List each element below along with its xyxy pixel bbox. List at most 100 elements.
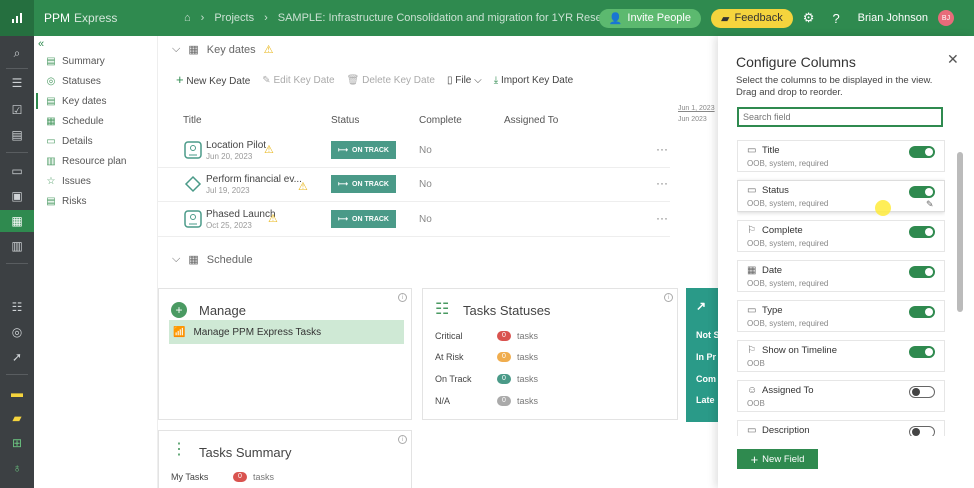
field-card-description[interactable]: ▭ Description (737, 420, 945, 436)
apps-icon[interactable]: ⊞ (0, 432, 34, 454)
home-icon[interactable]: ⌂ (184, 12, 191, 24)
nav-item-resource-plan[interactable]: ▥ Resource plan (46, 156, 126, 167)
toggle-switch[interactable] (909, 306, 935, 318)
search-icon[interactable]: ⌕ (0, 42, 34, 64)
briefcase-icon[interactable]: ▭ (0, 160, 34, 182)
nav-item-schedule[interactable]: ▦ Schedule (46, 116, 103, 127)
tree-icon: ⋮ (171, 441, 187, 458)
more-icon[interactable]: ··· (656, 211, 668, 225)
gear-icon[interactable]: ⚙ (803, 10, 815, 26)
toggle-switch[interactable] (909, 226, 935, 238)
chevron-down-icon: ⌵ (172, 43, 181, 55)
toggle-switch[interactable] (909, 146, 935, 158)
info-icon[interactable]: i (398, 435, 407, 444)
new-key-date-button[interactable]: + New Key Date (176, 73, 250, 87)
download-icon: ⤓ (493, 75, 499, 86)
row-title[interactable]: Phased Launch (206, 209, 276, 220)
toggle-switch[interactable] (909, 386, 935, 398)
roadmap-icon[interactable]: ☷ (0, 296, 34, 318)
collapse-icon[interactable]: « (38, 38, 44, 50)
toggle-switch[interactable] (909, 186, 935, 198)
objectives-icon[interactable]: ◎ (0, 321, 34, 343)
panel-description: Select the columns to be displayed in th… (736, 75, 933, 98)
avatar[interactable]: BJ (938, 10, 954, 26)
column-title[interactable]: Title (183, 115, 202, 126)
checkbox-icon[interactable]: ☑ (0, 99, 34, 121)
chevron-down-icon: ⌵ (172, 253, 181, 265)
menu-icon[interactable]: ☰ (0, 72, 34, 94)
field-card-show-on-timeline[interactable]: ⚐ Show on Timeline OOB (737, 340, 945, 372)
nav-item-key-dates[interactable]: ▤ Key dates (35, 93, 106, 109)
chart-icon: 📶 (173, 326, 186, 338)
column-assigned-to[interactable]: Assigned To (504, 115, 558, 126)
manage-tasks-link[interactable]: 📶 Manage PPM Express Tasks (169, 320, 404, 344)
edit-key-date-button[interactable]: ✎ Edit Key Date (262, 75, 334, 87)
help-icon[interactable]: ? (832, 11, 839, 26)
timeline-header: Jun 1, 2023 Jun 2023 (678, 105, 715, 123)
nav-item-risks[interactable]: ▤ Risks (46, 196, 86, 207)
column-complete[interactable]: Complete (419, 115, 462, 126)
nav-item-summary[interactable]: ▤ Summary (46, 56, 105, 67)
breadcrumb-projects[interactable]: Projects (214, 12, 254, 24)
scrollbar[interactable] (957, 146, 963, 436)
key-dates-section-header[interactable]: ⌵ ▦ Key dates ⚠ (172, 43, 274, 56)
warning-icon: ⚠ (264, 144, 274, 156)
projects-icon[interactable]: ▦ (0, 210, 34, 232)
rocket-icon[interactable]: ➚ (0, 346, 34, 368)
delete-key-date-button[interactable]: 🗑 Delete Key Date (347, 75, 435, 87)
field-card-title[interactable]: ▭ Title OOB, system, required (737, 140, 945, 172)
key-dates-toolbar: + New Key Date ✎ Edit Key Date 🗑 Delete … (176, 73, 573, 87)
report-icon[interactable]: ▤ (0, 124, 34, 146)
plus-circle-icon[interactable]: + (171, 302, 187, 318)
portfolio-icon[interactable]: ▣ (0, 185, 34, 207)
feedback-icon: ▰ (721, 12, 730, 25)
field-card-assigned-to[interactable]: ☺ Assigned To OOB (737, 380, 945, 412)
chevron-down-icon: ⌵ (474, 75, 482, 86)
row-complete: No (419, 214, 432, 225)
info-icon[interactable]: i (664, 293, 673, 302)
more-icon[interactable]: ··· (656, 142, 668, 156)
import-key-date-button[interactable]: ⤓ Import Key Date (494, 75, 573, 87)
more-icon[interactable]: ··· (656, 176, 668, 190)
text-icon: ▭ (747, 425, 757, 436)
row-title[interactable]: Location Pilot (206, 140, 266, 151)
invite-people-button[interactable]: 👤 Invite People (598, 8, 701, 28)
field-card-date[interactable]: ▦ Date OOB, system, required (737, 260, 945, 292)
toggle-switch[interactable] (909, 266, 935, 278)
row-title[interactable]: Perform financial ev... (206, 174, 302, 185)
search-field-input[interactable] (737, 107, 943, 127)
nav-item-details[interactable]: ▭ Details (46, 136, 92, 147)
info-icon[interactable]: i (398, 293, 407, 302)
table-row[interactable]: Location Pilot Jun 20, 2023 ⚠ ⟼ ON TRACK … (158, 134, 670, 168)
panel-title: Configure Columns (736, 54, 856, 70)
file-icon: ▯ (446, 75, 453, 86)
field-card-type[interactable]: ▭ Type OOB, system, required (737, 300, 945, 332)
app-logo-icon[interactable] (0, 0, 34, 36)
nav-item-statuses[interactable]: ◎ Statuses (46, 76, 101, 87)
table-row[interactable]: Phased Launch Oct 25, 2023 ⚠ ⟼ ON TRACK N… (158, 203, 670, 237)
feedback-button[interactable]: ▰ Feedback (711, 8, 793, 28)
field-card-status[interactable]: ▭ Status OOB, system, required ✎ (737, 180, 945, 212)
schedule-section-header[interactable]: ⌵ ▦ Schedule (172, 253, 253, 266)
toggle-switch[interactable] (909, 426, 935, 436)
user-name[interactable]: Brian Johnson (858, 12, 928, 24)
toggle-switch[interactable] (909, 346, 935, 358)
chat-icon[interactable]: ▰ (0, 407, 34, 429)
count-badge: 0 (233, 472, 247, 482)
main-content: ⌵ ▦ Key dates ⚠ + New Key Date ✎ Edit Ke… (158, 36, 718, 488)
field-card-complete[interactable]: ⚐ Complete OOB, system, required (737, 220, 945, 252)
notes-icon[interactable]: ▬ (0, 382, 34, 404)
column-status[interactable]: Status (331, 115, 359, 126)
close-icon[interactable]: ✕ (947, 51, 959, 68)
bulb-icon[interactable]: ♁ (0, 457, 34, 479)
star-icon: ☆ (46, 176, 56, 187)
file-button[interactable]: ▯ File ⌵ (447, 75, 482, 87)
count-badge: 0 (497, 374, 511, 384)
resources-icon[interactable]: ▥ (0, 235, 34, 257)
resource-plan-icon: ▥ (46, 156, 56, 167)
pencil-icon[interactable]: ✎ (926, 199, 934, 210)
nav-item-issues[interactable]: ☆ Issues (46, 176, 91, 187)
flag-icon: ⚐ (747, 225, 756, 236)
table-row[interactable]: Perform financial ev... Jul 19, 2023 ⚠ ⟼… (158, 168, 670, 202)
new-field-button[interactable]: + New Field (737, 449, 818, 469)
